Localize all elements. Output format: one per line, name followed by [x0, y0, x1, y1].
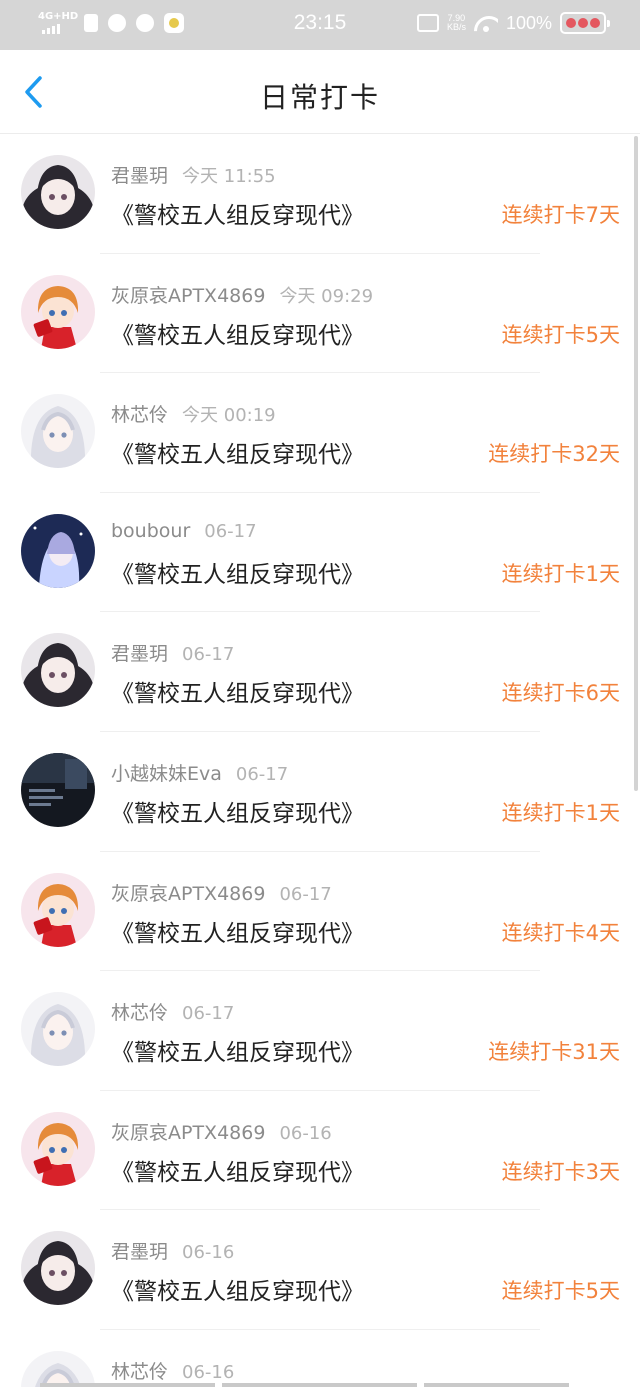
checkin-row[interactable]: 君墨玥 今天 11:55 《警校五人组反穿现代》 连续打卡7天	[0, 134, 640, 254]
username[interactable]: 君墨玥	[111, 643, 168, 665]
checkin-time: 06-16	[182, 1361, 235, 1383]
username[interactable]: 小越妹妹Eva	[111, 763, 222, 785]
avatar[interactable]	[21, 513, 95, 588]
checkin-row[interactable]: 林芯伶 06-16	[0, 1330, 640, 1387]
checkin-list[interactable]: 君墨玥 今天 11:55 《警校五人组反穿现代》 连续打卡7天 灰原哀APTX4869 今…	[0, 134, 640, 1387]
checkin-time: 06-17	[235, 763, 289, 785]
book-title[interactable]: 《警校五人组反穿现代》	[111, 674, 364, 708]
avatar[interactable]	[21, 394, 95, 469]
entry-meta: 林芯伶 06-17	[111, 998, 234, 1025]
checkin-row[interactable]: 林芯伶 今天 00:19 《警校五人组反穿现代》 连续打卡32天	[0, 373, 640, 493]
navigation-bar: 日常打卡	[0, 50, 640, 134]
checkin-time: 今天 09:29	[279, 285, 374, 307]
avatar[interactable]	[21, 1231, 95, 1306]
network-speed: 7.90 KB/s	[446, 13, 466, 32]
username[interactable]: 君墨玥	[111, 1241, 168, 1263]
streak-label: 连续打卡4天	[501, 920, 620, 945]
checkin-row[interactable]: 灰原哀APTX4869 今天 09:29 《警校五人组反穿现代》 连续打卡5天	[0, 254, 640, 374]
checkin-row[interactable]: 林芯伶 06-17 《警校五人组反穿现代》 连续打卡31天	[0, 971, 640, 1091]
checkin-row[interactable]: 灰原哀APTX4869 06-16 《警校五人组反穿现代》 连续打卡3天	[0, 1091, 640, 1211]
avatar[interactable]	[21, 872, 95, 947]
avatar[interactable]	[21, 633, 95, 708]
status-right-icons: 7.90 KB/s 100%	[416, 12, 610, 34]
page-title: 日常打卡	[259, 81, 380, 114]
book-title[interactable]: 《警校五人组反穿现代》	[111, 555, 364, 589]
checkin-time: 06-17	[204, 520, 257, 542]
entry-meta: 林芯伶 06-16	[111, 1357, 234, 1384]
checkin-row[interactable]: 君墨玥 06-16 《警校五人组反穿现代》 连续打卡5天	[0, 1210, 640, 1330]
entry-meta: 林芯伶 今天 00:19	[111, 400, 276, 427]
checkin-time: 06-16	[279, 1122, 332, 1144]
avatar[interactable]	[21, 1350, 95, 1387]
book-title[interactable]: 《警校五人组反穿现代》	[111, 1153, 364, 1187]
avatar[interactable]	[21, 752, 95, 827]
streak-label: 连续打卡3天	[501, 1159, 620, 1184]
wifi-icon	[474, 14, 498, 32]
checkin-time: 06-17	[182, 644, 235, 666]
streak-label: 连续打卡1天	[501, 561, 620, 586]
book-title[interactable]: 《警校五人组反穿现代》	[111, 316, 364, 350]
streak-label: 连续打卡6天	[501, 681, 620, 706]
checkin-row[interactable]: 灰原哀APTX4869 06-17 《警校五人组反穿现代》 连续打卡4天	[0, 852, 640, 972]
book-title[interactable]: 《警校五人组反穿现代》	[111, 1033, 364, 1067]
entry-meta: 灰原哀APTX4869 06-17	[111, 879, 332, 906]
entry-meta: 君墨玥 06-16	[111, 1237, 234, 1264]
checkin-row[interactable]: boubour 06-17 《警校五人组反穿现代》 连续打卡1天	[0, 493, 640, 613]
avatar[interactable]	[21, 992, 95, 1067]
vibrate-icon	[416, 14, 439, 32]
checkin-time: 今天 11:55	[182, 166, 276, 187]
status-bar: 4G+HD 23:15 7.90 KB/s 100%	[0, 0, 640, 50]
battery-percent: 100%	[505, 12, 552, 33]
avatar[interactable]	[21, 1111, 95, 1186]
bottom-indicator	[0, 1383, 640, 1387]
username[interactable]: 林芯伶	[111, 1361, 168, 1383]
scrollbar[interactable]	[634, 136, 638, 791]
checkin-time: 06-17	[182, 1003, 235, 1025]
username[interactable]: 林芯伶	[111, 404, 168, 426]
entry-meta: 灰原哀APTX4869 今天 09:29	[111, 281, 373, 308]
book-title[interactable]: 《警校五人组反穿现代》	[111, 794, 364, 828]
streak-label: 连续打卡32天	[488, 442, 620, 467]
username[interactable]: 君墨玥	[111, 165, 168, 187]
username[interactable]: 林芯伶	[111, 1002, 168, 1024]
book-title[interactable]: 《警校五人组反穿现代》	[111, 914, 364, 948]
streak-label: 连续打卡5天	[501, 322, 620, 347]
avatar[interactable]	[21, 274, 95, 349]
entry-meta: boubour 06-17	[111, 520, 257, 542]
username[interactable]: 灰原哀APTX4869	[111, 883, 265, 905]
streak-label: 连续打卡5天	[501, 1279, 620, 1304]
checkin-time: 06-16	[182, 1242, 235, 1264]
username[interactable]: 灰原哀APTX4869	[111, 1122, 265, 1144]
username[interactable]: 灰原哀APTX4869	[111, 285, 265, 307]
entry-meta: 君墨玥 今天 11:55	[111, 161, 276, 188]
checkin-row[interactable]: 小越妹妹Eva 06-17 《警校五人组反穿现代》 连续打卡1天	[0, 732, 640, 852]
avatar[interactable]	[21, 155, 95, 229]
streak-label: 连续打卡1天	[501, 800, 620, 825]
battery-icon	[560, 12, 610, 34]
checkin-time: 06-17	[279, 883, 332, 905]
entry-meta: 小越妹妹Eva 06-17	[111, 759, 288, 786]
checkin-time: 今天 00:19	[182, 405, 276, 427]
username[interactable]: boubour	[111, 520, 190, 542]
entry-meta: 君墨玥 06-17	[111, 639, 234, 666]
entry-meta: 灰原哀APTX4869 06-16	[111, 1118, 332, 1145]
checkin-row[interactable]: 君墨玥 06-17 《警校五人组反穿现代》 连续打卡6天	[0, 612, 640, 732]
book-title[interactable]: 《警校五人组反穿现代》	[111, 1272, 364, 1306]
streak-label: 连续打卡31天	[488, 1040, 620, 1065]
book-title[interactable]: 《警校五人组反穿现代》	[111, 196, 364, 230]
book-title[interactable]: 《警校五人组反穿现代》	[111, 435, 364, 469]
streak-label: 连续打卡7天	[501, 203, 620, 227]
